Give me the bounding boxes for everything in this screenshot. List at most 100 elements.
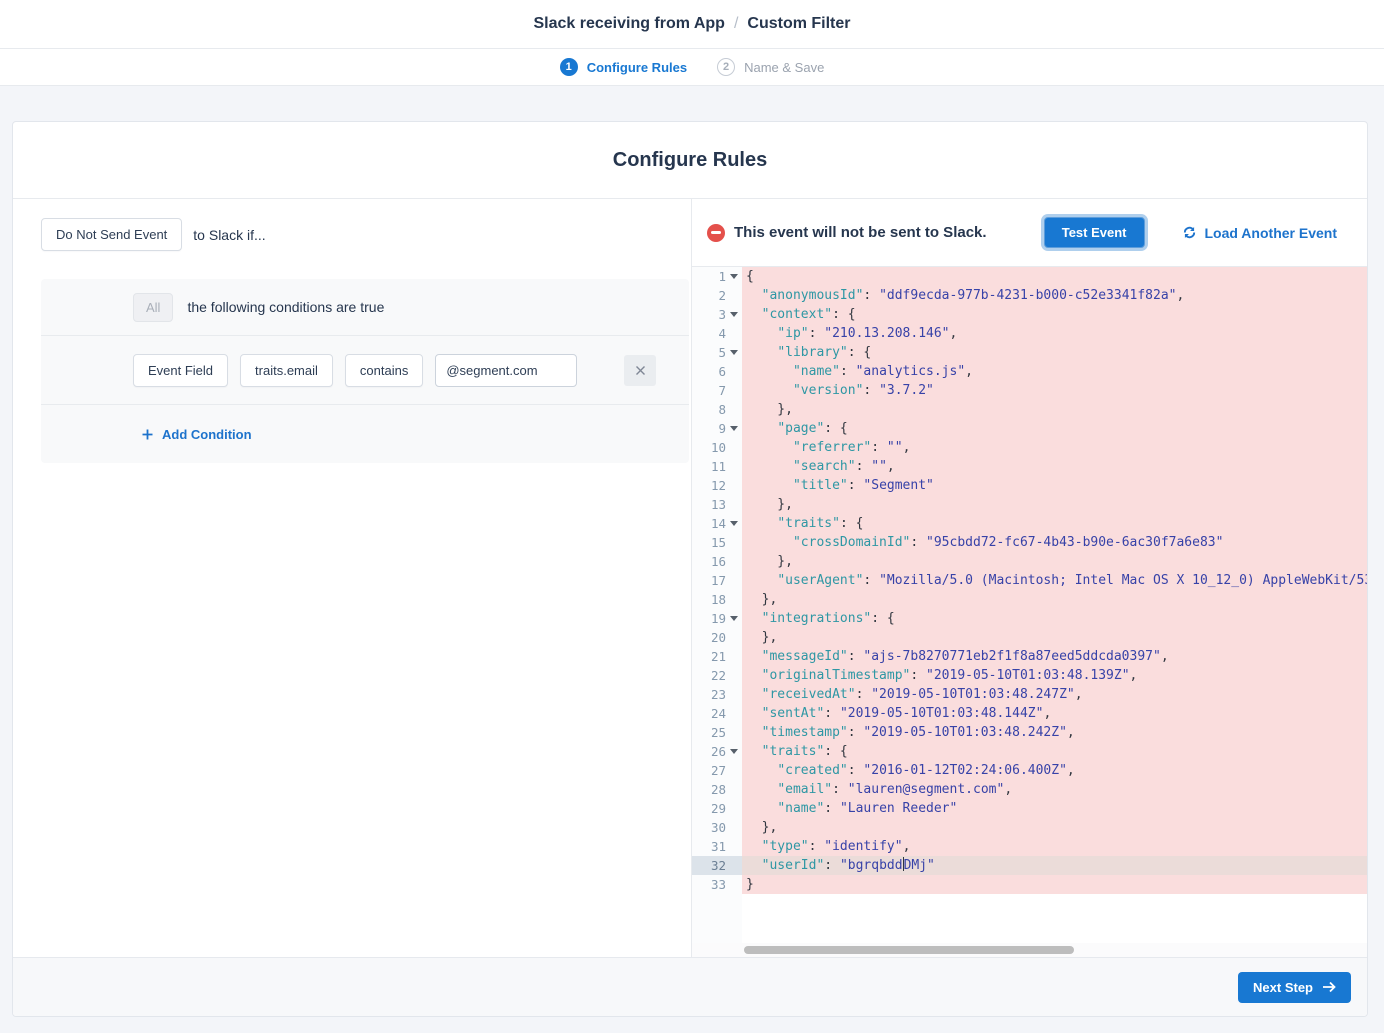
code-line[interactable]: "created": "2016-01-12T02:24:06.400Z", — [742, 761, 1367, 780]
step-name-and-save[interactable]: 2 Name & Save — [717, 58, 824, 76]
gutter-line-number: 31 — [692, 837, 742, 856]
code-line[interactable]: "sentAt": "2019-05-10T01:03:48.144Z", — [742, 704, 1367, 723]
fold-chevron-down-icon[interactable] — [730, 350, 738, 355]
conditions-panel: All the following conditions are true Ev… — [41, 279, 689, 463]
next-step-label: Next Step — [1253, 980, 1313, 995]
code-line[interactable]: "traits": { — [742, 742, 1367, 761]
code-line[interactable]: "library": { — [742, 343, 1367, 362]
breadcrumb: Slack receiving from App / Custom Filter — [0, 0, 1384, 49]
gutter-line-number: 33 — [692, 875, 742, 894]
action-select-button[interactable]: Do Not Send Event — [41, 218, 182, 251]
code-line[interactable]: "ip": "210.13.208.146", — [742, 324, 1367, 343]
card-title: Configure Rules — [13, 122, 1367, 199]
gutter-line-number: 32 — [692, 856, 742, 875]
fold-chevron-down-icon[interactable] — [730, 312, 738, 317]
gutter-line-number: 14 — [692, 514, 742, 533]
breadcrumb-current-page: Custom Filter — [747, 15, 850, 33]
filter-rules-panel: Do Not Send Event to Slack if... All the… — [13, 199, 692, 957]
test-event-button[interactable]: Test Event — [1044, 217, 1145, 248]
code-line[interactable]: "crossDomainId": "95cbdd72-fc67-4b43-b90… — [742, 533, 1367, 552]
code-line[interactable]: "email": "lauren@segment.com", — [742, 780, 1367, 799]
step-1-label: Configure Rules — [587, 60, 687, 75]
code-line[interactable]: "messageId": "ajs-7b8270771eb2f1f8a87eed… — [742, 647, 1367, 666]
breadcrumb-separator: / — [734, 15, 738, 33]
condition-row: Event Field traits.email contains — [41, 336, 689, 405]
code-line[interactable]: "search": "", — [742, 457, 1367, 476]
gutter-line-number: 20 — [692, 628, 742, 647]
gutter-line-number: 25 — [692, 723, 742, 742]
plus-icon — [142, 429, 153, 440]
code-line[interactable]: "name": "analytics.js", — [742, 362, 1367, 381]
fold-chevron-down-icon[interactable] — [730, 274, 738, 279]
gutter-line-number: 17 — [692, 571, 742, 590]
json-code-editor[interactable]: 1234567891011121314151617181920212223242… — [692, 267, 1367, 957]
gutter-line-number: 27 — [692, 761, 742, 780]
gutter-line-number: 26 — [692, 742, 742, 761]
code-line[interactable]: "referrer": "", — [742, 438, 1367, 457]
fold-chevron-down-icon[interactable] — [730, 426, 738, 431]
fold-chevron-down-icon[interactable] — [730, 749, 738, 754]
load-another-event-label: Load Another Event — [1205, 225, 1338, 241]
condition-operator-select[interactable]: contains — [345, 354, 423, 387]
gutter-line-number: 29 — [692, 799, 742, 818]
code-line[interactable]: "name": "Lauren Reeder" — [742, 799, 1367, 818]
configure-rules-card: Configure Rules Do Not Send Event to Sla… — [12, 121, 1368, 1017]
condition-field-type-select[interactable]: Event Field — [133, 354, 228, 387]
refresh-icon — [1182, 225, 1197, 240]
code-line[interactable]: }, — [742, 400, 1367, 419]
code-line[interactable]: "userAgent": "Mozilla/5.0 (Macintosh; In… — [742, 571, 1367, 590]
code-line[interactable]: "title": "Segment" — [742, 476, 1367, 495]
code-line[interactable]: "type": "identify", — [742, 837, 1367, 856]
stepper: 1 Configure Rules 2 Name & Save — [0, 49, 1384, 86]
remove-condition-button[interactable] — [624, 355, 656, 386]
gutter-line-number: 28 — [692, 780, 742, 799]
event-preview-panel: This event will not be sent to Slack. Te… — [692, 199, 1367, 957]
code-line[interactable]: "anonymousId": "ddf9ecda-977b-4231-b000-… — [742, 286, 1367, 305]
close-icon — [635, 365, 646, 376]
condition-field-select[interactable]: traits.email — [240, 354, 333, 387]
code-line[interactable]: }, — [742, 495, 1367, 514]
gutter-line-number: 8 — [692, 400, 742, 419]
next-step-button[interactable]: Next Step — [1238, 972, 1351, 1003]
code-line[interactable]: "originalTimestamp": "2019-05-10T01:03:4… — [742, 666, 1367, 685]
add-condition-label: Add Condition — [162, 427, 252, 442]
match-mode-suffix: the following conditions are true — [187, 299, 384, 315]
code-line[interactable]: }, — [742, 552, 1367, 571]
code-line[interactable]: "userId": "bgrqbddDMj" — [742, 856, 1367, 875]
gutter-line-number: 16 — [692, 552, 742, 571]
match-mode-select[interactable]: All — [133, 293, 173, 322]
code-line[interactable]: "timestamp": "2019-05-10T01:03:48.242Z", — [742, 723, 1367, 742]
horizontal-scrollbar — [692, 943, 1367, 957]
gutter-line-number: 9 — [692, 419, 742, 438]
fold-chevron-down-icon[interactable] — [730, 616, 738, 621]
step-configure-rules[interactable]: 1 Configure Rules — [560, 58, 687, 76]
code-line[interactable]: } — [742, 875, 1367, 894]
gutter-line-number: 15 — [692, 533, 742, 552]
gutter-line-number: 5 — [692, 343, 742, 362]
gutter-line-number: 18 — [692, 590, 742, 609]
code-line[interactable]: "receivedAt": "2019-05-10T01:03:48.247Z"… — [742, 685, 1367, 704]
code-line[interactable]: }, — [742, 628, 1367, 647]
code-line[interactable]: "integrations": { — [742, 609, 1367, 628]
breadcrumb-destination-link[interactable]: Slack receiving from App — [533, 15, 724, 33]
fold-chevron-down-icon[interactable] — [730, 521, 738, 526]
gutter-line-number: 10 — [692, 438, 742, 457]
load-another-event-link[interactable]: Load Another Event — [1182, 225, 1338, 241]
gutter-line-number: 21 — [692, 647, 742, 666]
code-line[interactable]: }, — [742, 818, 1367, 837]
add-condition-button[interactable]: Add Condition — [142, 427, 252, 442]
code-line[interactable]: "traits": { — [742, 514, 1367, 533]
preview-header: This event will not be sent to Slack. Te… — [692, 199, 1367, 267]
horizontal-scrollbar-thumb[interactable] — [744, 946, 1074, 954]
code-line[interactable]: "version": "3.7.2" — [742, 381, 1367, 400]
code-line[interactable]: "page": { — [742, 419, 1367, 438]
editor-gutter: 1234567891011121314151617181920212223242… — [692, 267, 742, 957]
preview-status-text: This event will not be sent to Slack. — [734, 224, 987, 241]
condition-value-input[interactable] — [435, 354, 577, 387]
arrow-right-icon — [1322, 981, 1336, 993]
code-line[interactable]: "context": { — [742, 305, 1367, 324]
code-line[interactable]: { — [742, 267, 1367, 286]
page-background: Configure Rules Do Not Send Event to Sla… — [0, 86, 1384, 1017]
gutter-line-number: 6 — [692, 362, 742, 381]
code-line[interactable]: }, — [742, 590, 1367, 609]
